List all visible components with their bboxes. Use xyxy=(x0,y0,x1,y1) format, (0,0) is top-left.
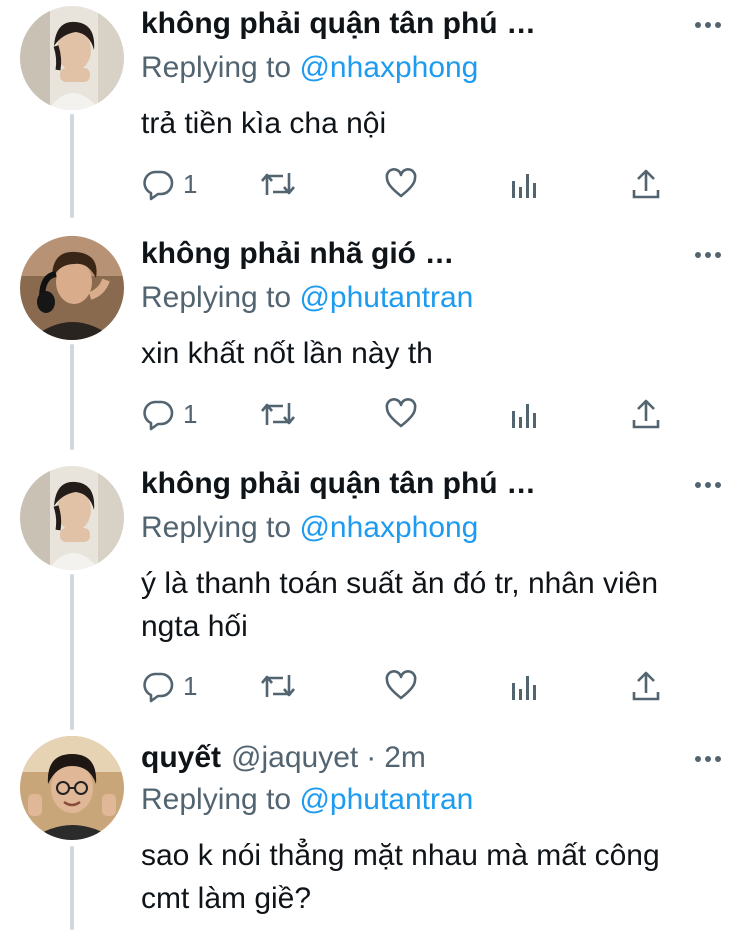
tweet-text: ý là thanh toán suất ăn đó tr, nhân viên… xyxy=(141,567,659,643)
like-button[interactable] xyxy=(384,394,418,434)
replying-to: Replying to @nhaxphong xyxy=(141,508,478,548)
tweet-text: xin khất nốt lần này th xyxy=(141,337,433,370)
replying-to-mention[interactable]: @nhaxphong xyxy=(299,51,478,84)
share-upload-icon xyxy=(632,399,660,429)
like-button[interactable] xyxy=(384,164,418,204)
name-ellipsis: ... xyxy=(425,237,454,270)
name-ellipsis: ... xyxy=(507,467,536,500)
replying-to-mention[interactable]: @phutantran xyxy=(299,783,473,816)
like-button[interactable] xyxy=(384,666,418,706)
tweet[interactable]: không phải quận tân phú ... Replying to … xyxy=(0,460,750,730)
timestamp[interactable]: 2m xyxy=(384,738,426,778)
reply-button[interactable]: 1 xyxy=(141,164,197,204)
reply-count: 1 xyxy=(183,671,198,701)
more-horizontal-icon[interactable] xyxy=(694,478,722,492)
tweet-text: sao k nói thẳng mặt nhau mà mất công cmt… xyxy=(141,839,660,915)
more-horizontal-icon[interactable] xyxy=(694,248,722,262)
share-button[interactable] xyxy=(631,666,661,706)
replying-to-mention[interactable]: @nhaxphong xyxy=(299,511,478,544)
replying-to-label: Replying to xyxy=(141,51,292,84)
tweet-header: không phải quận tân phú ... xyxy=(141,4,690,44)
reply-count: 1 xyxy=(183,399,198,429)
reply-bubble-icon xyxy=(143,672,174,703)
tweet-header: quyết @jaquyet · 2m xyxy=(141,738,690,778)
reply-thread: không phải quận tân phú ... Replying to … xyxy=(0,0,750,930)
heart-icon xyxy=(385,168,417,198)
share-button[interactable] xyxy=(631,394,661,434)
display-name[interactable]: không phải nhã gió xyxy=(141,234,416,274)
replying-to-label: Replying to xyxy=(141,281,292,314)
retweet-icon xyxy=(261,675,295,697)
reply-bubble-icon xyxy=(143,400,174,431)
replying-to-mention[interactable]: @phutantran xyxy=(299,281,473,314)
tweet-header: không phải quận tân phú ... xyxy=(141,464,690,504)
replying-to-label: Replying to xyxy=(141,511,292,544)
tweet[interactable]: quyết @jaquyet · 2m Replying to @phutant… xyxy=(0,730,750,930)
analytics-button[interactable] xyxy=(509,164,539,204)
avatar[interactable] xyxy=(20,736,124,840)
reply-button[interactable]: 1 xyxy=(141,666,197,706)
replying-to: Replying to @phutantran xyxy=(141,780,473,820)
reply-bubble-icon xyxy=(143,170,174,201)
analytics-button[interactable] xyxy=(509,666,539,706)
more-horizontal-icon[interactable] xyxy=(694,752,722,766)
replying-to: Replying to @phutantran xyxy=(141,278,473,318)
reply-count: 1 xyxy=(183,169,198,199)
retweet-button[interactable] xyxy=(259,164,297,204)
retweet-icon xyxy=(261,403,295,425)
more-horizontal-icon[interactable] xyxy=(694,18,722,32)
analytics-bars-icon xyxy=(512,174,536,198)
tweet[interactable]: không phải quận tân phú ... Replying to … xyxy=(0,0,750,230)
analytics-bars-icon xyxy=(512,404,536,428)
tweet[interactable]: không phải nhã gió ... Replying to @phut… xyxy=(0,230,750,460)
share-upload-icon xyxy=(632,169,660,199)
analytics-button[interactable] xyxy=(509,394,539,434)
heart-icon xyxy=(385,398,417,428)
tweet-actions: 1 xyxy=(141,666,681,706)
analytics-bars-icon xyxy=(512,676,536,700)
reply-button[interactable]: 1 xyxy=(141,394,197,434)
name-ellipsis: ... xyxy=(507,7,536,40)
retweet-button[interactable] xyxy=(259,394,297,434)
tweet-actions: 1 xyxy=(141,164,681,204)
avatar[interactable] xyxy=(20,466,124,570)
share-button[interactable] xyxy=(631,164,661,204)
share-upload-icon xyxy=(632,671,660,701)
retweet-icon xyxy=(261,173,295,195)
user-handle[interactable]: @jaquyet xyxy=(231,738,358,778)
header-separator: · xyxy=(366,741,377,774)
heart-icon xyxy=(385,670,417,700)
avatar[interactable] xyxy=(20,6,124,110)
avatar[interactable] xyxy=(20,236,124,340)
retweet-button[interactable] xyxy=(259,666,297,706)
replying-to-label: Replying to xyxy=(141,783,292,816)
tweet-header: không phải nhã gió ... xyxy=(141,234,690,274)
display-name[interactable]: không phải quận tân phú xyxy=(141,464,498,504)
tweet-text: trả tiền kìa cha nội xyxy=(141,107,387,140)
display-name[interactable]: quyết xyxy=(141,738,221,778)
tweet-actions: 1 xyxy=(141,394,681,434)
replying-to: Replying to @nhaxphong xyxy=(141,48,478,88)
display-name[interactable]: không phải quận tân phú xyxy=(141,4,498,44)
